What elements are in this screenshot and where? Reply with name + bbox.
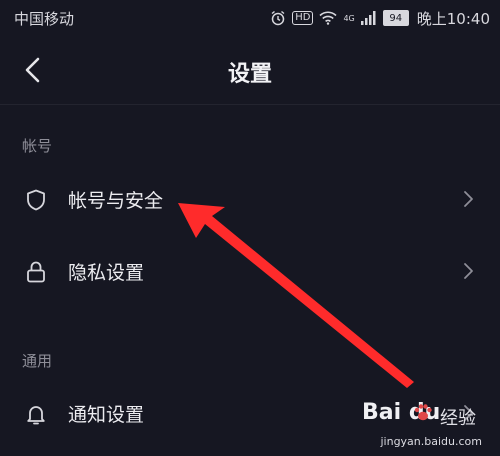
lock-icon bbox=[27, 261, 45, 283]
paw-icon bbox=[414, 404, 432, 421]
baidu-jingyan-watermark: Bai du 经验 jingyan.baidu.com bbox=[362, 400, 482, 448]
watermark-suffix: 经验 bbox=[440, 408, 476, 429]
status-icons: HD 4G 94 晚上10:40 bbox=[270, 6, 490, 30]
settings-item-label: 帐号与安全 bbox=[68, 190, 164, 212]
battery-indicator: 94 bbox=[382, 10, 409, 26]
network-type: 4G bbox=[343, 13, 355, 23]
shield-icon bbox=[27, 189, 45, 211]
signal-icon bbox=[360, 11, 376, 25]
section-label-account: 帐号 bbox=[22, 137, 53, 155]
carrier-name: 中国移动 bbox=[14, 10, 75, 28]
settings-item-label: 通知设置 bbox=[68, 404, 145, 426]
settings-item-account-security[interactable]: 帐号与安全 bbox=[0, 166, 500, 232]
wifi-icon bbox=[319, 11, 338, 25]
alarm-icon bbox=[271, 10, 285, 26]
clock: 晚上10:40 bbox=[416, 9, 490, 28]
settings-item-label: 隐私设置 bbox=[68, 262, 145, 284]
section-label-general: 通用 bbox=[22, 352, 53, 370]
hd-badge: HD bbox=[292, 11, 314, 25]
page-title: 设置 bbox=[227, 62, 272, 87]
app-header: 设置 bbox=[0, 36, 500, 105]
bell-icon bbox=[27, 406, 45, 425]
status-bar: 中国移动 HD 4G 94 晚上10:40 bbox=[0, 0, 500, 36]
settings-item-privacy[interactable]: 隐私设置 bbox=[0, 238, 500, 304]
chevron-right-icon bbox=[464, 191, 473, 207]
watermark-url: jingyan.baidu.com bbox=[380, 435, 482, 448]
chevron-right-icon bbox=[464, 263, 473, 279]
